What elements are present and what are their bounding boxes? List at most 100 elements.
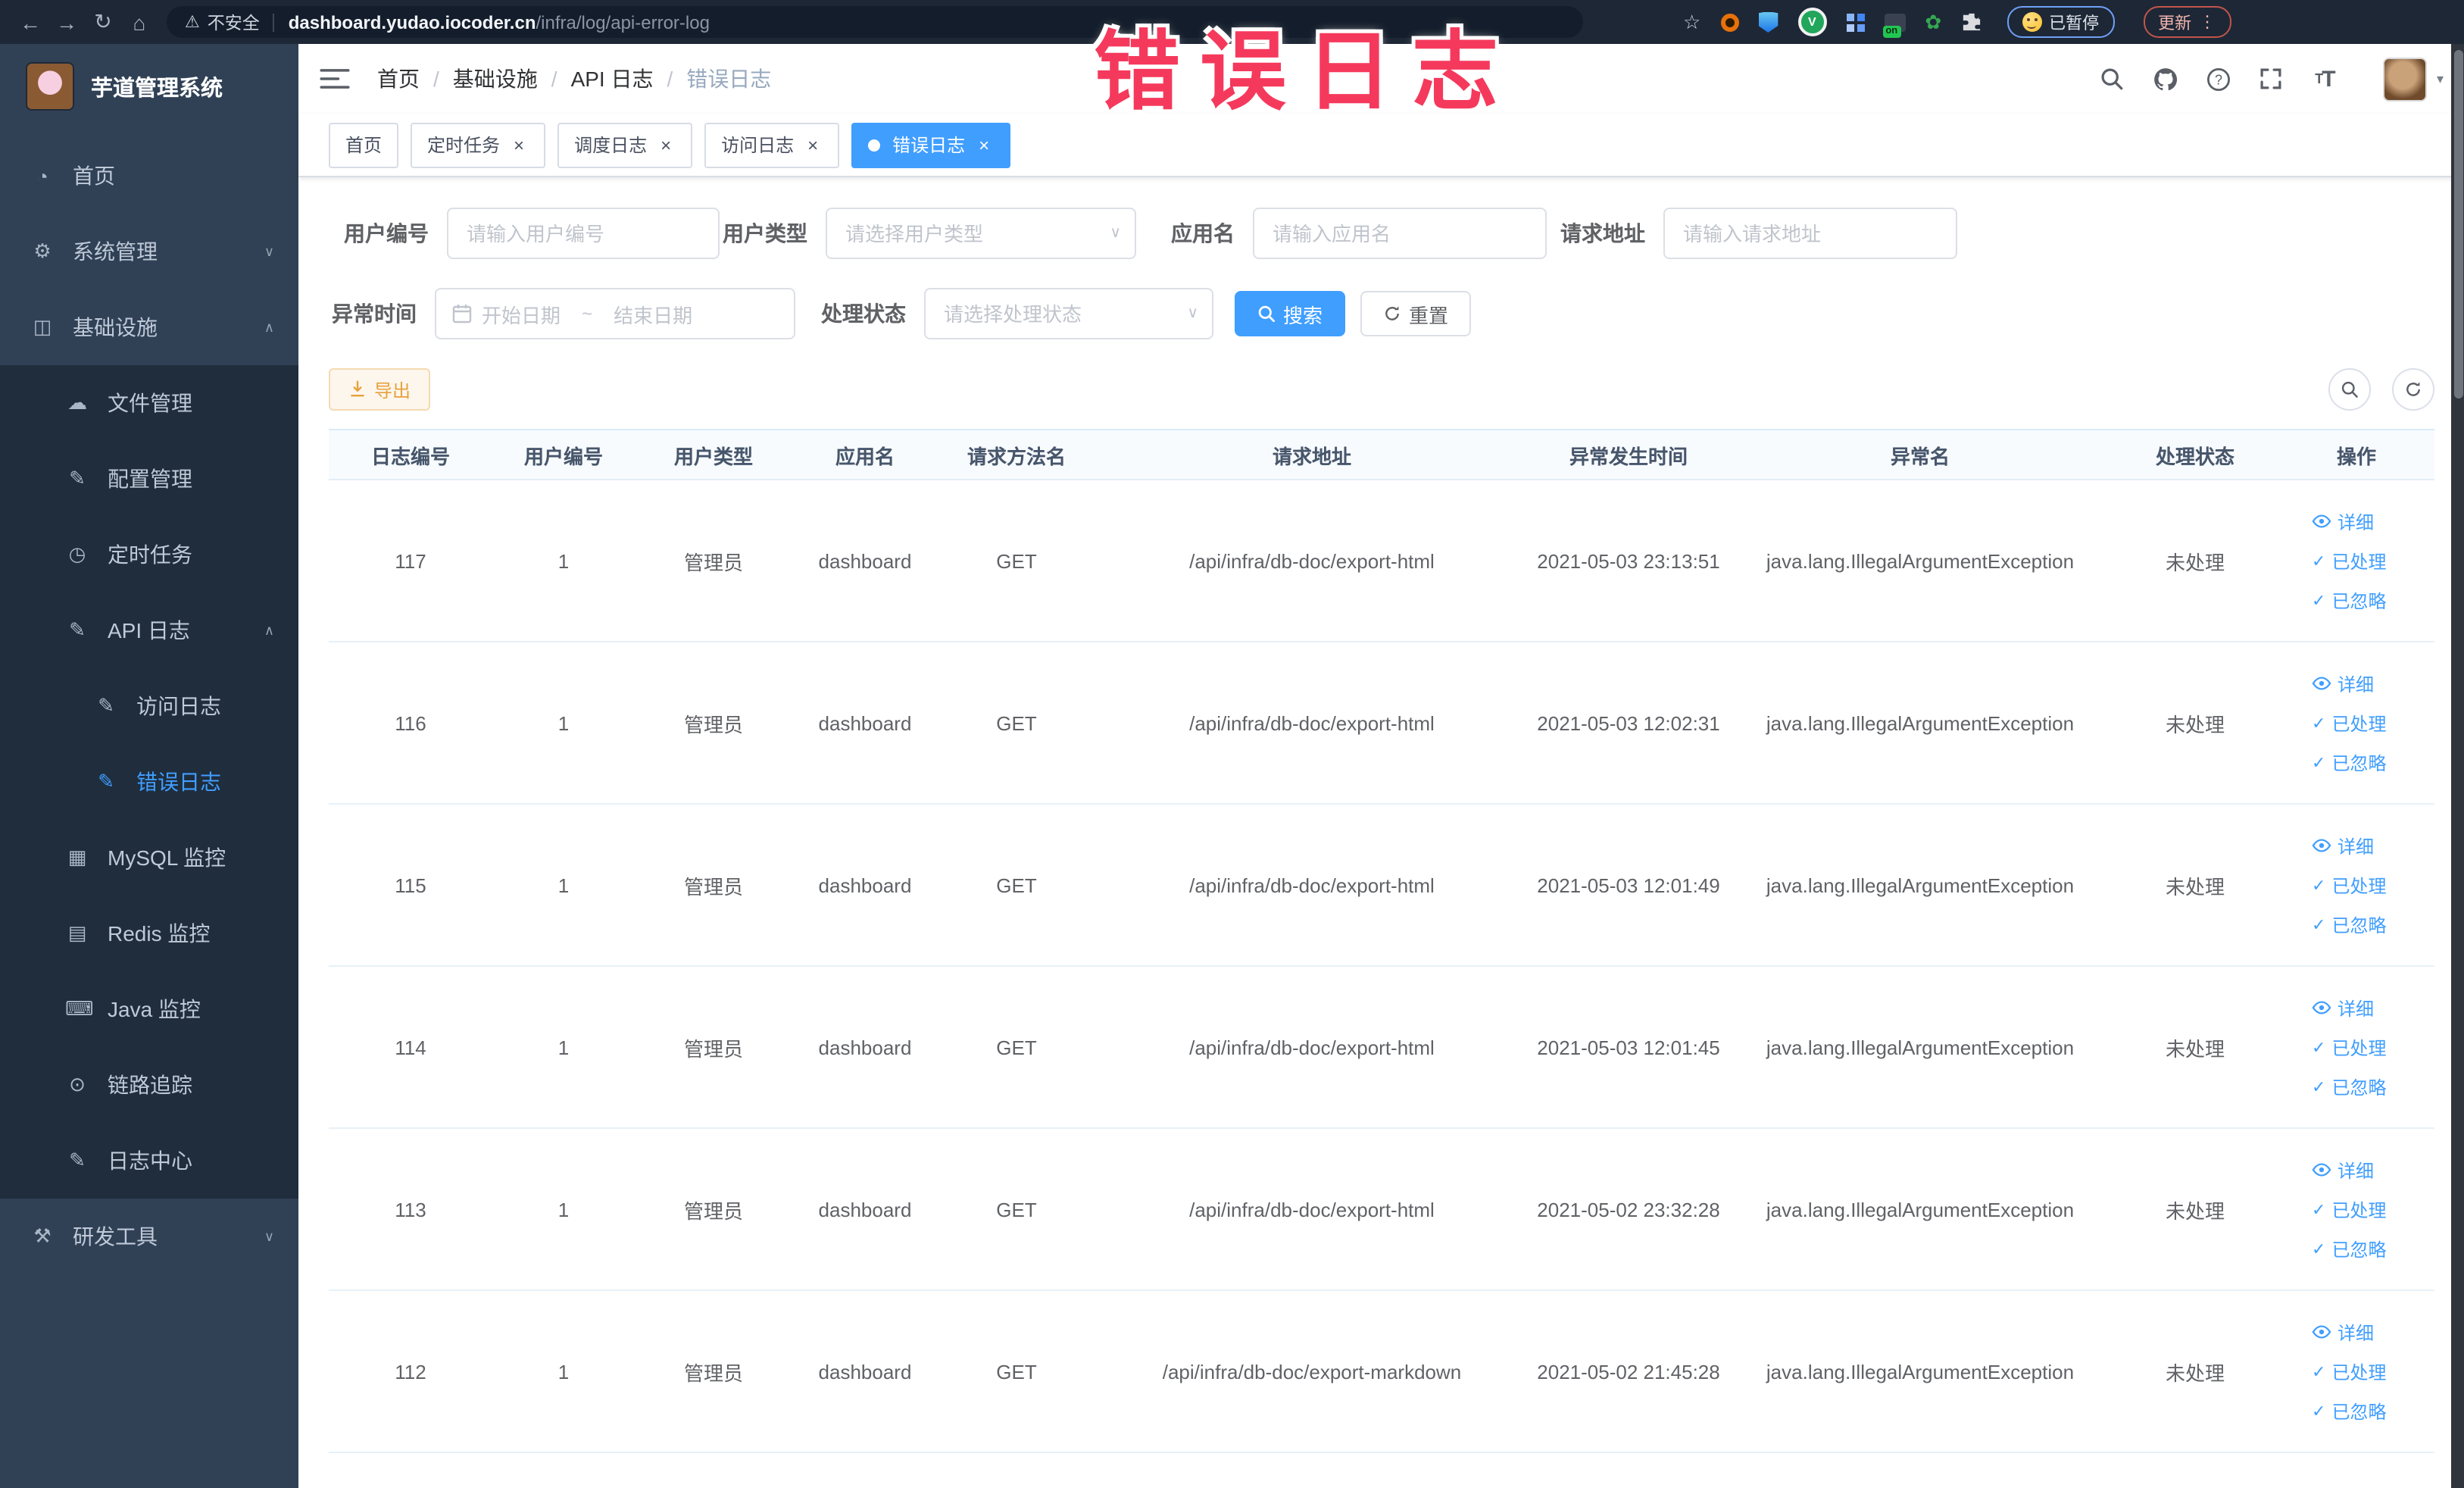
cell-request-url: /api/infra/db-doc/export-html: [1189, 549, 1435, 572]
help-icon[interactable]: ?: [2205, 65, 2232, 92]
mark-ignored-link[interactable]: 已忽略: [2312, 1074, 2386, 1099]
detail-link[interactable]: 详细: [2312, 995, 2374, 1021]
extension-icon-grid[interactable]: [1846, 13, 1865, 31]
cell-user-type: 管理员: [683, 1199, 743, 1222]
breadcrumb-api-log[interactable]: API 日志: [571, 64, 654, 94]
avatar-caret-down-icon[interactable]: [2437, 70, 2444, 87]
update-button[interactable]: 更新 ⋮: [2143, 6, 2231, 38]
refresh-button[interactable]: [2392, 368, 2434, 411]
tag-close-icon[interactable]: [974, 135, 994, 155]
filter-row-2: 异常时间 开始日期 ~ 结束日期 处理状态 搜索: [329, 288, 2434, 339]
address-bar[interactable]: ⚠ 不安全 dashboard.yudao.iocoder.cn/infra/l…: [167, 6, 1583, 38]
sidebar-logo[interactable]: 芋道管理系统: [0, 44, 298, 129]
app-shell: 芋道管理系统 ◔首页 ⚙系统管理 ◫基础设施 ☁文件管理 ✎配置管理 ◷定时任务…: [0, 44, 2464, 1488]
home-icon[interactable]: ⌂: [121, 10, 158, 34]
svg-text:?: ?: [2215, 71, 2222, 86]
extension-icon-green-v[interactable]: [1797, 8, 1827, 36]
mark-ignored-link[interactable]: 已忽略: [2312, 1398, 2386, 1424]
browser-menu-icon[interactable]: ⋮: [2199, 12, 2216, 32]
mark-processed-link[interactable]: 已处理: [2312, 1196, 2386, 1222]
app-name-input[interactable]: [1253, 208, 1547, 259]
export-button[interactable]: 导出: [329, 368, 431, 411]
process-status-select[interactable]: [924, 288, 1213, 339]
mark-processed-link[interactable]: 已处理: [2312, 548, 2386, 574]
toggle-search-button[interactable]: [2328, 368, 2371, 411]
github-icon[interactable]: [2152, 65, 2179, 92]
fullscreen-icon[interactable]: [2258, 65, 2285, 92]
request-url-label: 请求地址: [1560, 221, 1645, 245]
exception-time-range-picker[interactable]: 开始日期 ~ 结束日期: [435, 288, 795, 339]
extensions-puzzle-icon[interactable]: [1961, 12, 1981, 32]
sidebar-item-mysql-monitor[interactable]: ▦ MySQL 监控: [0, 820, 298, 896]
exception-time-label: 异常时间: [332, 302, 417, 326]
scrollbar[interactable]: [2451, 44, 2464, 1488]
tab-error-log[interactable]: 错误日志: [851, 122, 1011, 167]
request-url-input[interactable]: [1663, 208, 1957, 259]
infrastructure-submenu: ☁文件管理 ✎配置管理 ◷定时任务 ✎API 日志 ✎访问日志 ✎错误日志 ▦M…: [0, 365, 298, 1199]
extension-icon-on-badge[interactable]: on: [1882, 13, 1906, 37]
tab-schedule-log[interactable]: 调度日志: [557, 122, 693, 167]
extension-icon-shield[interactable]: [1758, 11, 1779, 33]
tab-home[interactable]: 首页: [329, 122, 399, 167]
table-row: 115 1 管理员 dashboard GET /api/infra/db-do…: [329, 805, 2434, 967]
extension-icon-orange[interactable]: [1720, 13, 1739, 31]
sidebar-item-trace[interactable]: ⊙ 链路追踪: [0, 1047, 298, 1123]
forward-icon[interactable]: →: [48, 10, 85, 34]
user-type-select[interactable]: [826, 208, 1136, 259]
detail-link[interactable]: 详细: [2312, 1157, 2374, 1183]
tag-close-icon[interactable]: [509, 135, 529, 155]
sidebar-item-redis-monitor[interactable]: ▤ Redis 监控: [0, 896, 298, 971]
sidebar-item-config-management[interactable]: ✎ 配置管理: [0, 441, 298, 517]
tag-close-icon[interactable]: [803, 135, 823, 155]
mark-processed-link[interactable]: 已处理: [2312, 1358, 2386, 1384]
cell-exception-time: 2021-05-02 21:45:28: [1537, 1360, 1720, 1383]
detail-link[interactable]: 详细: [2312, 671, 2374, 696]
user-id-input[interactable]: [447, 208, 720, 259]
tab-scheduled-tasks[interactable]: 定时任务: [411, 122, 546, 167]
cell-user-id: 1: [557, 1036, 570, 1058]
sidebar-item-api-log[interactable]: ✎ API 日志: [0, 592, 298, 668]
extension-icon-leaf[interactable]: ✿: [1925, 10, 1941, 34]
breadcrumb-home[interactable]: 首页: [377, 64, 420, 94]
font-size-icon[interactable]: TT: [2311, 65, 2338, 92]
cell-exception-name: java.lang.IllegalArgumentException: [1766, 1036, 2075, 1058]
mark-processed-link[interactable]: 已处理: [2312, 1034, 2386, 1060]
sidebar-item-file-management[interactable]: ☁ 文件管理: [0, 365, 298, 441]
cell-exception-name: java.lang.IllegalArgumentException: [1766, 1360, 2075, 1383]
mark-processed-link[interactable]: 已处理: [2312, 872, 2386, 898]
detail-link[interactable]: 详细: [2312, 508, 2374, 534]
reset-button[interactable]: 重置: [1360, 291, 1472, 336]
tag-close-icon[interactable]: [656, 135, 676, 155]
tags-bar: 首页 定时任务 调度日志 访问日志 错误日志: [298, 114, 2464, 177]
hamburger-icon[interactable]: [320, 67, 350, 91]
sidebar-item-infrastructure[interactable]: ◫ 基础设施: [0, 289, 298, 365]
cell-user-type: 管理员: [683, 875, 743, 898]
sidebar-item-error-log[interactable]: ✎ 错误日志: [0, 744, 298, 820]
tab-access-log[interactable]: 访问日志: [704, 122, 840, 167]
paused-extension-badge[interactable]: 已暂停: [2006, 6, 2115, 38]
mark-processed-link[interactable]: 已处理: [2312, 710, 2386, 736]
back-icon[interactable]: ←: [12, 10, 48, 34]
log-icon: ✎: [98, 770, 114, 792]
sidebar-item-system-management[interactable]: ⚙ 系统管理: [0, 214, 298, 289]
mark-ignored-link[interactable]: 已忽略: [2312, 587, 2386, 613]
mark-ignored-link[interactable]: 已忽略: [2312, 749, 2386, 775]
bookmark-star-icon[interactable]: ☆: [1683, 10, 1700, 34]
scrollbar-thumb[interactable]: [2453, 50, 2462, 399]
avatar[interactable]: [2383, 57, 2428, 101]
search-button[interactable]: 搜索: [1235, 291, 1346, 336]
sidebar-item-access-log[interactable]: ✎ 访问日志: [0, 668, 298, 744]
sidebar-item-home[interactable]: ◔ 首页: [0, 138, 298, 214]
sidebar-item-java-monitor[interactable]: ⌨ Java 监控: [0, 971, 298, 1047]
sidebar-item-scheduled-tasks[interactable]: ◷ 定时任务: [0, 517, 298, 592]
search-icon[interactable]: [2099, 65, 2126, 92]
sidebar-item-dev-tools[interactable]: ⚒ 研发工具: [0, 1199, 298, 1274]
mark-ignored-link[interactable]: 已忽略: [2312, 911, 2386, 937]
reload-icon[interactable]: ↻: [85, 9, 121, 35]
sidebar-item-log-center[interactable]: ✎ 日志中心: [0, 1123, 298, 1199]
detail-link[interactable]: 详细: [2312, 1319, 2374, 1345]
content: 用户编号 用户类型 应用名 请求地址 异常时间 开始日期 ~: [298, 177, 2464, 1488]
detail-link[interactable]: 详细: [2312, 833, 2374, 858]
breadcrumb-infrastructure[interactable]: 基础设施: [453, 64, 538, 94]
mark-ignored-link[interactable]: 已忽略: [2312, 1236, 2386, 1261]
